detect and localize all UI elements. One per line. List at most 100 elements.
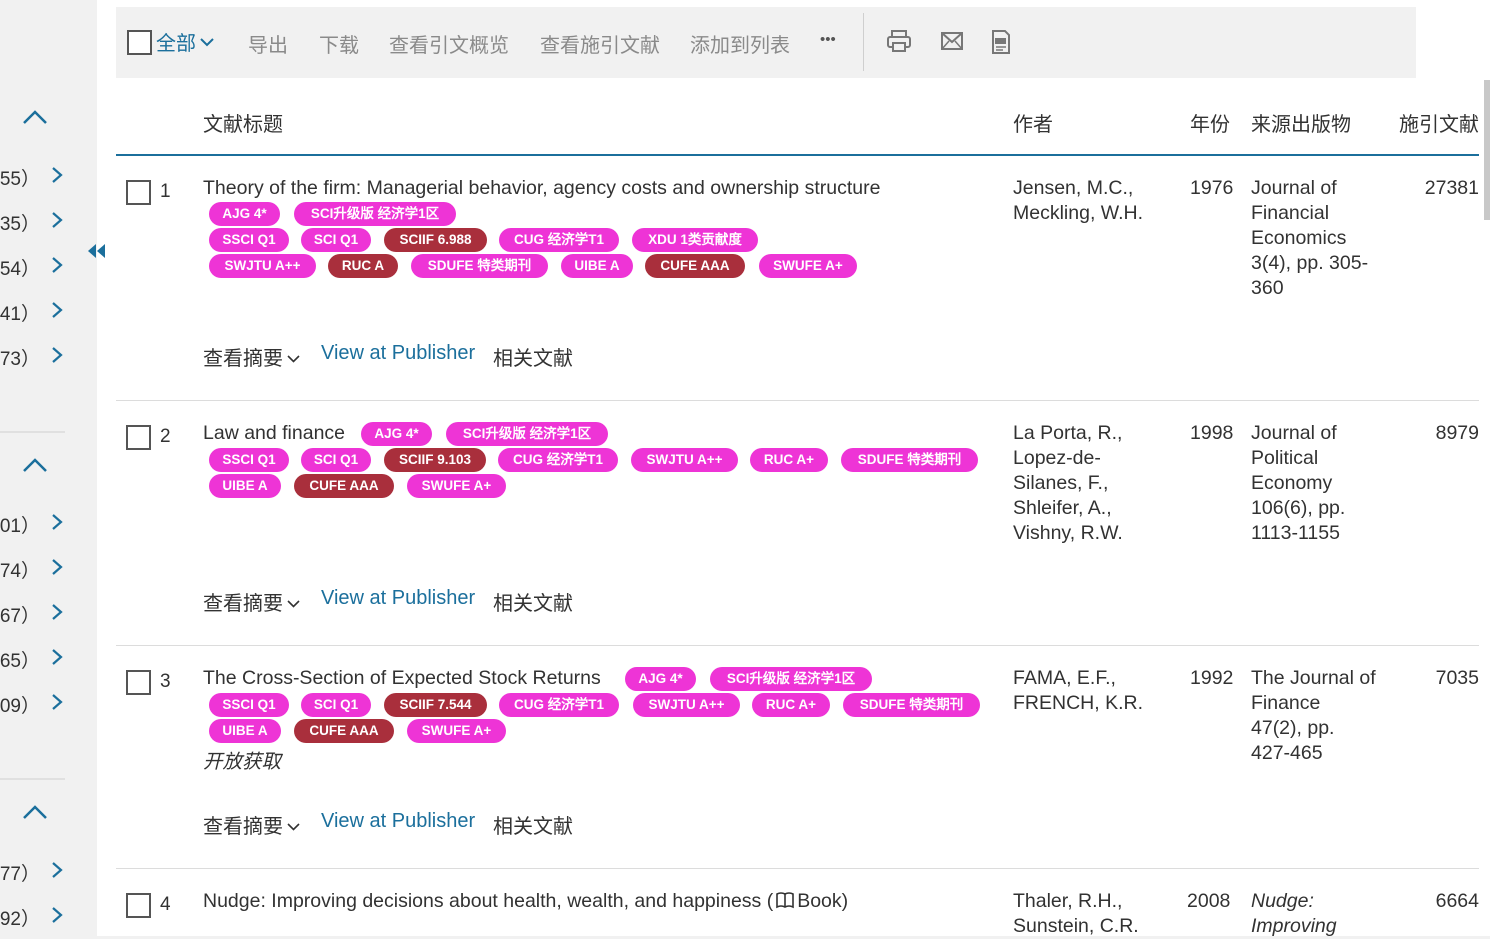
view-at-publisher-link[interactable]: View at Publisher [321,810,475,833]
related-docs-link[interactable]: 相关文献 [493,810,573,839]
chevron-up-icon[interactable] [22,456,48,474]
rank-badge: CUG 经济学T1 [499,693,619,717]
result-checkbox[interactable] [126,670,151,695]
select-all-checkbox[interactable] [127,30,152,55]
chevron-right-icon[interactable] [50,861,64,879]
add-to-list-button[interactable]: 添加到列表 [690,29,790,58]
column-header-cited[interactable]: 施引文献 [1399,108,1479,137]
email-icon[interactable] [941,32,963,50]
view-at-publisher-link[interactable]: View at Publisher [321,587,475,610]
result-title-link[interactable]: Theory of the firm: Managerial behavior,… [203,177,880,200]
chevron-right-icon[interactable] [50,648,64,666]
rank-badge: CUFE AAA [294,474,394,498]
facet-item[interactable]: 841） [0,295,70,325]
author-name[interactable]: FRENCH, K.R. [1013,691,1143,716]
result-checkbox[interactable] [126,893,151,918]
view-abstract-button[interactable]: 查看摘要 [203,342,300,371]
result-checkbox[interactable] [126,180,151,205]
export-button[interactable]: 导出 [248,29,288,58]
cited-count-link[interactable]: 8979 [1399,422,1479,445]
facet-item[interactable]: 555） [0,160,70,190]
citation-overview-button[interactable]: 查看引文概览 [389,29,509,58]
pdf-icon[interactable] [991,30,1011,54]
rank-badge: SCI升级版 经济学1区 [710,667,872,691]
result-title-link[interactable]: Law and finance [203,422,345,445]
facet-item[interactable]: 565） [0,642,70,672]
facet-item[interactable]: 367） [0,597,70,627]
print-icon[interactable] [886,29,912,53]
facet-item[interactable]: 073） [0,340,70,370]
column-header-source[interactable]: 来源出版物 [1251,108,1351,137]
author-name[interactable]: Jensen, M.C., [1013,176,1143,201]
author-name[interactable]: Meckling, W.H. [1013,201,1143,226]
source-title[interactable]: The Journal of Finance 47(2), pp. 427-465 [1251,666,1376,766]
result-title-link[interactable]: The Cross-Section of Expected Stock Retu… [203,667,601,690]
view-at-publisher-link[interactable]: View at Publisher [321,342,475,365]
result-checkbox[interactable] [126,425,151,450]
chevron-right-icon[interactable] [50,301,64,319]
source-line: 106(6), pp. [1251,497,1346,519]
chevron-right-icon[interactable] [50,166,64,184]
related-docs-link[interactable]: 相关文献 [493,587,573,616]
rank-badge: SWJTU A++ [209,254,316,278]
citing-docs-button[interactable]: 查看施引文献 [540,29,660,58]
chevron-right-icon[interactable] [50,513,64,531]
source-title[interactable]: Journal of Financial Economics 3(4), pp. 30… [1251,176,1368,301]
related-docs-link[interactable]: 相关文献 [493,342,573,371]
source-line: 47(2), pp. [1251,717,1335,739]
chevron-up-icon[interactable] [22,108,48,126]
chevron-right-icon[interactable] [50,603,64,621]
author-name[interactable]: FAMA, E.F., [1013,666,1143,691]
authors[interactable]: La Porta, R., Lopez-de- Silanes, F., Shleif… [1013,421,1123,546]
facet-item[interactable]: (92） [0,900,70,930]
author-name[interactable]: Vishny, R.W. [1013,521,1123,546]
scrollbar-thumb[interactable] [1484,80,1490,220]
facet-item[interactable]: 154） [0,250,70,280]
author-name[interactable]: Silanes, F., [1013,471,1123,496]
chevron-up-icon[interactable] [22,803,48,821]
source-line: Journal of [1251,177,1337,199]
more-options-button[interactable]: ••• [820,31,836,48]
chevron-right-icon[interactable] [50,693,64,711]
facet-item[interactable]: 909） [0,687,70,717]
source-title[interactable]: Journal of Political Economy 106(6), pp. 111… [1251,421,1345,546]
chevron-right-icon[interactable] [50,346,64,364]
cited-count-link[interactable]: 6664 [1399,890,1479,913]
author-name[interactable]: Shleifer, A., [1013,496,1123,521]
chevron-down-icon [200,38,214,47]
author-name[interactable]: Sunstein, C.R. [1013,914,1139,939]
column-header-authors[interactable]: 作者 [1013,108,1053,137]
select-all-dropdown[interactable]: 全部 [156,27,214,56]
facet-count: 974） [0,561,40,582]
column-header-year[interactable]: 年份 [1190,108,1230,137]
author-name[interactable]: La Porta, R., [1013,421,1123,446]
authors[interactable]: FAMA, E.F., FRENCH, K.R. [1013,666,1143,716]
chevron-right-icon[interactable] [50,906,64,924]
chevron-right-icon[interactable] [50,558,64,576]
result-number: 1 [160,181,171,202]
author-name[interactable]: Thaler, R.H., [1013,889,1139,914]
cited-count-link[interactable]: 7035 [1399,667,1479,690]
book-icon [776,892,795,909]
facet-item[interactable]: 974） [0,552,70,582]
authors[interactable]: Thaler, R.H., Sunstein, C.R. [1013,889,1139,939]
column-header-title[interactable]: 文献标题 [203,108,283,137]
collapse-sidebar-icon[interactable] [86,240,108,262]
rank-badge: AJG 4* [209,202,280,226]
source-title[interactable]: Nudge: Improving [1251,889,1337,939]
view-abstract-button[interactable]: 查看摘要 [203,587,300,616]
facet-item[interactable]: 377） [0,855,70,885]
cited-count-link[interactable]: 27381 [1399,177,1479,200]
view-abstract-button[interactable]: 查看摘要 [203,810,300,839]
facet-item[interactable]: 301） [0,507,70,537]
author-name[interactable]: Lopez-de- [1013,446,1123,471]
result-title-link[interactable]: Nudge: Improving decisions about health,… [203,890,848,913]
source-line: 1113-1155 [1251,522,1340,544]
chevron-right-icon[interactable] [50,256,64,274]
download-button[interactable]: 下载 [319,29,359,58]
rank-badge: SSCI Q1 [209,448,289,472]
rank-badge: SCI升级版 经济学1区 [294,202,456,226]
facet-item[interactable]: 135） [0,205,70,235]
authors[interactable]: Jensen, M.C., Meckling, W.H. [1013,176,1143,226]
chevron-right-icon[interactable] [50,211,64,229]
